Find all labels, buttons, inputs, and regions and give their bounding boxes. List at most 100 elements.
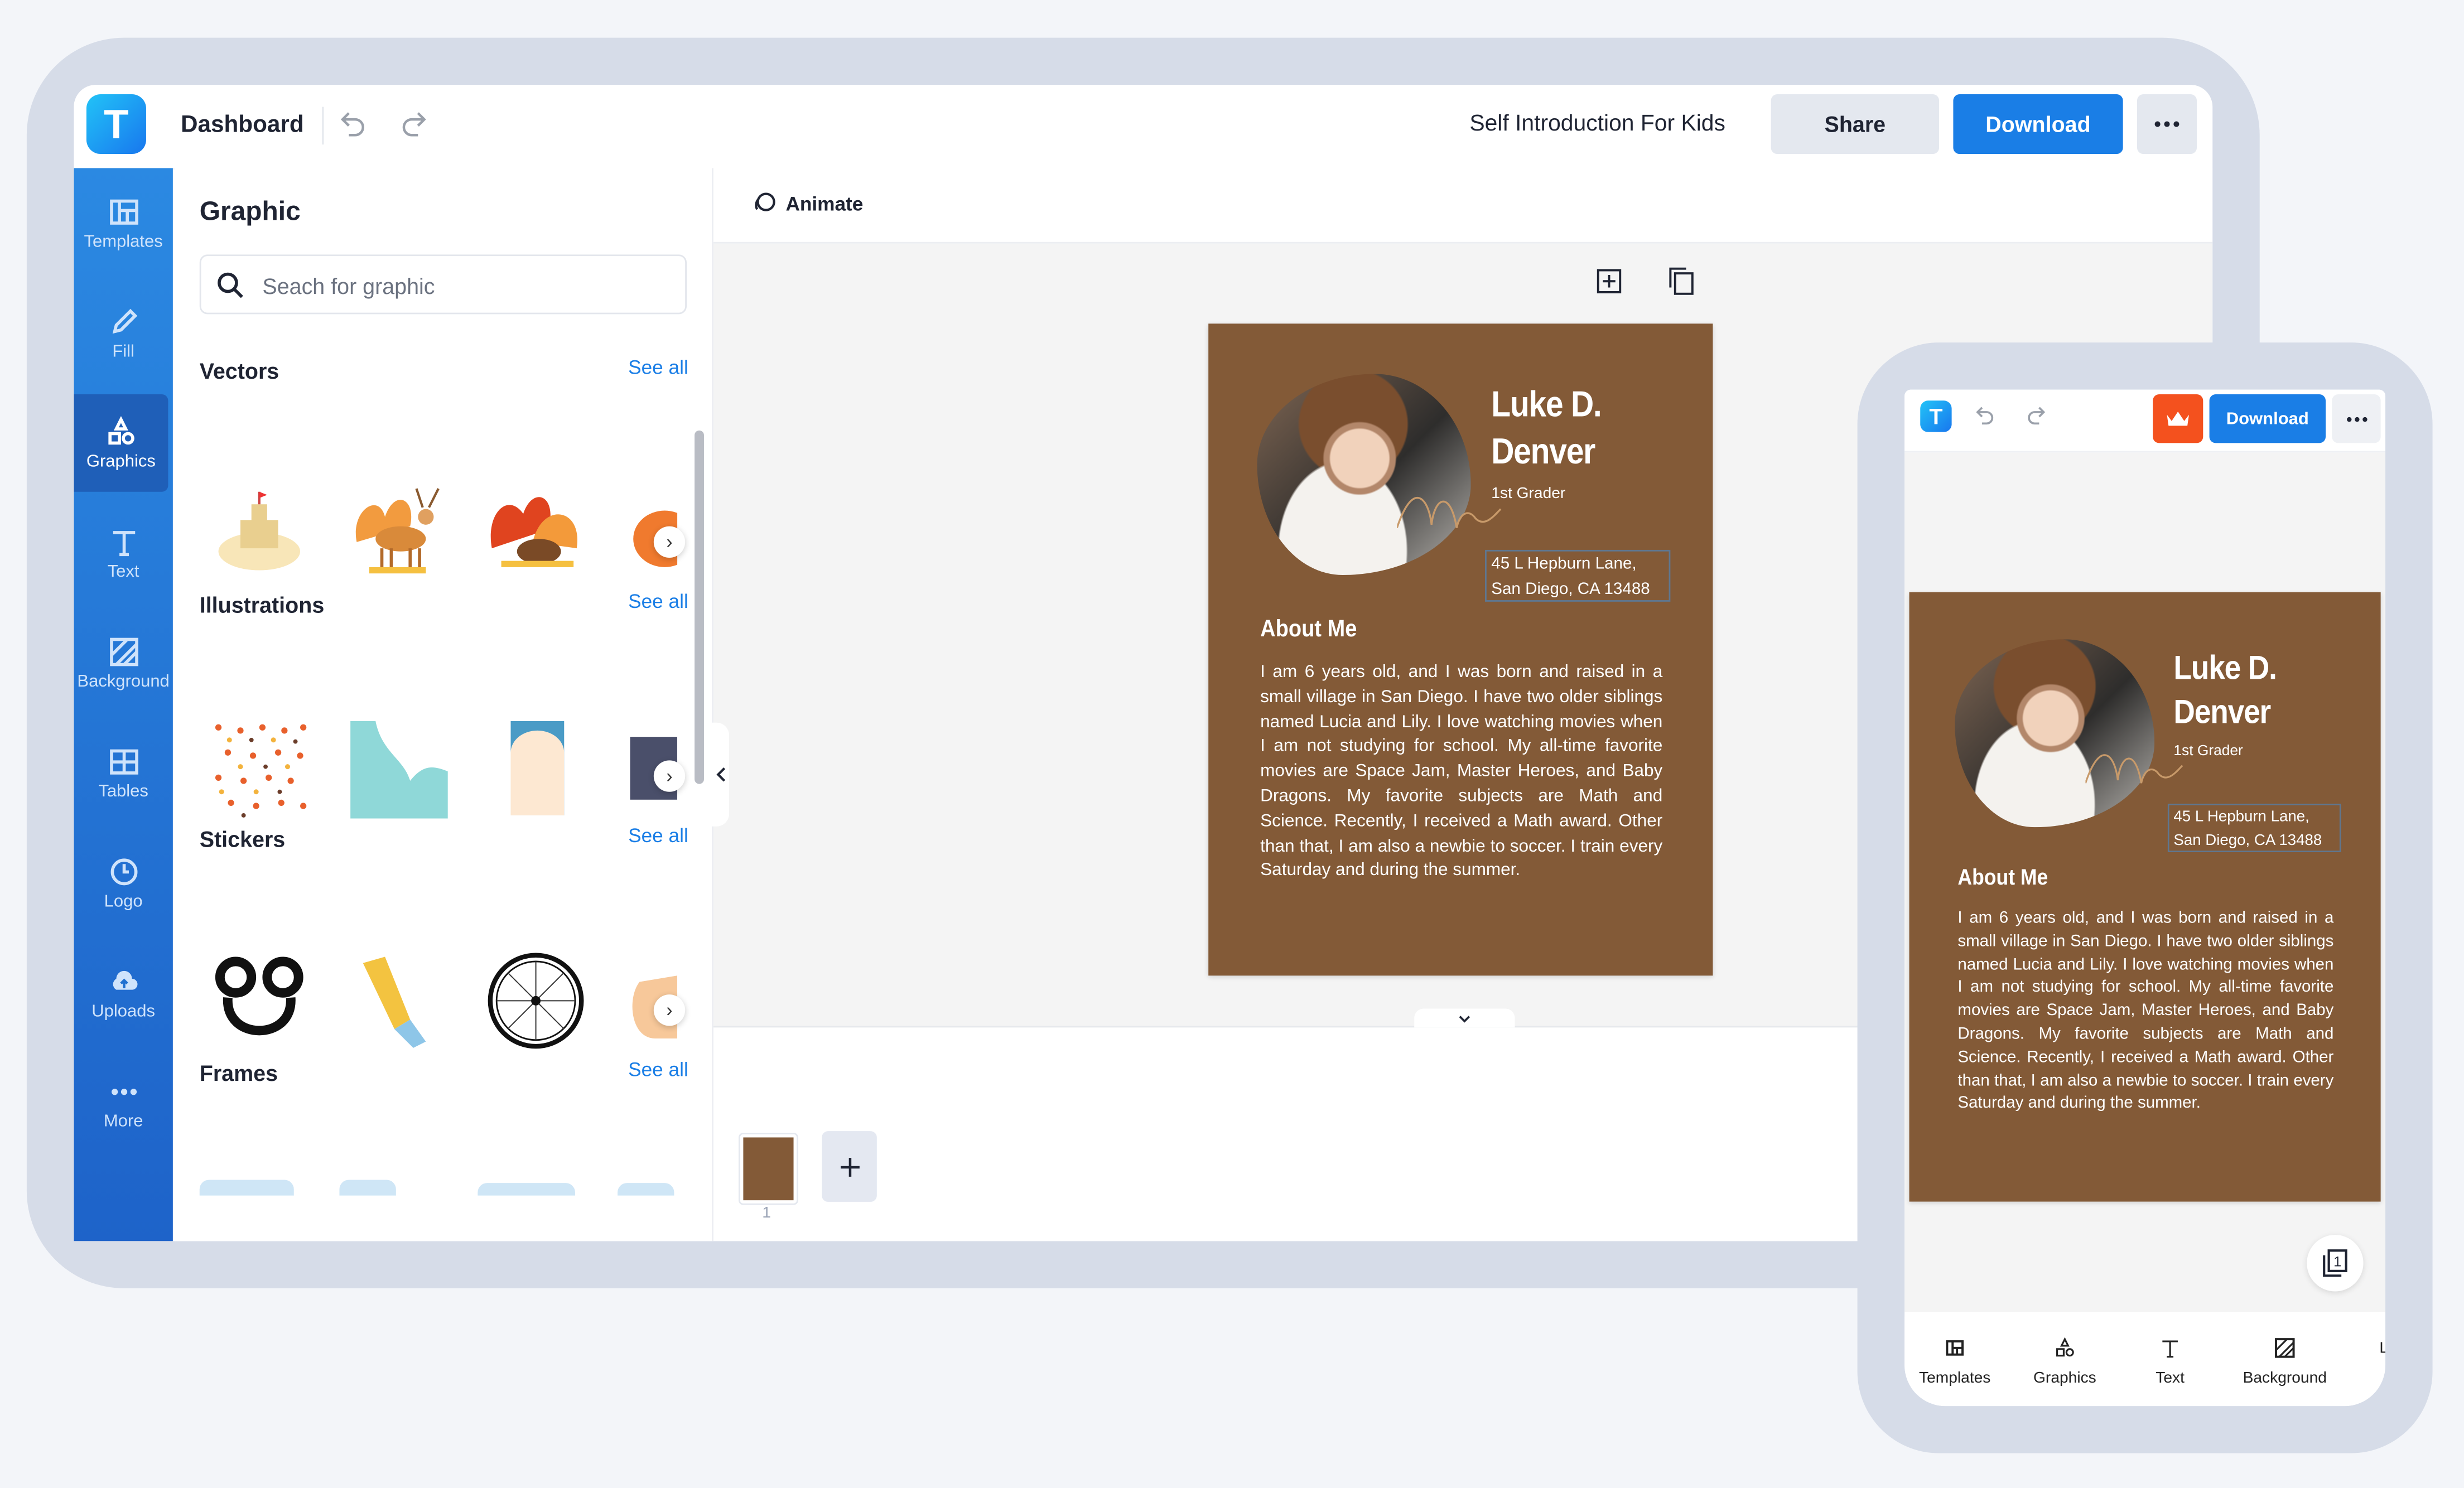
shapes-icon (2056, 1336, 2074, 1356)
undo-icon[interactable] (339, 108, 368, 139)
mobile-more-button[interactable] (2332, 394, 2381, 443)
sidebar-item-label: Background (77, 671, 170, 691)
plus-icon (840, 1157, 859, 1176)
sidebar-item-graphics[interactable]: Graphics (74, 394, 168, 492)
mouse-ears-sticker[interactable] (209, 950, 310, 1051)
sandcastle-vector[interactable] (209, 479, 310, 579)
top-bar: T Dashboard Self Introduction For Kids S… (74, 85, 2213, 170)
sidebar-item-more[interactable]: More (74, 1054, 172, 1152)
illustrations-next-button[interactable]: › (653, 760, 686, 792)
mobile-nav-background[interactable]: Background (2238, 1317, 2332, 1407)
sidebar-item-templates[interactable]: Templates (74, 175, 172, 272)
search-input[interactable]: Seach for graphic (199, 254, 687, 315)
mobile-redo-icon[interactable] (2026, 404, 2046, 427)
vectors-next-button[interactable]: › (653, 526, 686, 558)
premium-crown-button[interactable] (2153, 394, 2203, 443)
background-icon (2275, 1337, 2295, 1357)
sidebar-item-label: Templates (84, 231, 163, 251)
student-name[interactable]: Luke D. Denver (2173, 645, 2277, 733)
duplicate-page-icon[interactable] (1669, 267, 1694, 296)
redo-icon[interactable] (399, 108, 427, 139)
mobile-undo-icon[interactable] (1975, 404, 1996, 427)
download-button[interactable]: Download (1953, 94, 2123, 154)
address-line-2: San Diego, CA 13488 (1491, 579, 1650, 599)
panel-title: Graphic (199, 196, 301, 226)
section-title-stickers: Stickers (199, 826, 286, 852)
address-box[interactable]: 45 L Hepburn Lane, San Diego, CA 13488 (2167, 804, 2341, 852)
mobile-app-logo[interactable]: T (1920, 400, 1952, 432)
frame-thumbnail[interactable] (339, 1180, 396, 1196)
animate-button[interactable]: Animate (753, 192, 863, 215)
page-thumbnail[interactable] (738, 1132, 798, 1205)
see-all-vectors[interactable]: See all (628, 356, 688, 378)
arch-illustration[interactable] (485, 718, 586, 818)
sidebar-item-label: Logo (104, 891, 143, 911)
about-paragraph[interactable]: I am 6 years old, and I was born and rai… (1957, 908, 2333, 1117)
panel-scrollbar[interactable] (695, 430, 704, 784)
student-grade[interactable]: 1st Grader (2173, 743, 2243, 760)
page-number: 1 (762, 1205, 771, 1223)
hedgehog-autumn-vector[interactable] (485, 479, 586, 579)
mobile-nav-label: Text (2156, 1369, 2185, 1386)
mobile-download-button[interactable]: Download (2209, 394, 2326, 443)
dashboard-link[interactable]: Dashboard (181, 112, 304, 138)
document-title[interactable]: Self Introduction For Kids (1469, 112, 1725, 137)
profile-photo[interactable] (1955, 639, 2155, 828)
sidebar-item-text[interactable]: Text (74, 504, 172, 602)
teal-wave-illustration[interactable] (348, 718, 448, 819)
mobile-nav-more-cut[interactable]: L (2376, 1304, 2385, 1394)
toggle-pages-tab[interactable] (1414, 1008, 1515, 1028)
deer-autumn-vector[interactable] (348, 479, 448, 579)
sidebar-item-logo[interactable]: Logo (74, 834, 172, 932)
chevron-down-icon (1459, 1014, 1470, 1022)
templates-icon (1946, 1339, 1964, 1355)
animate-icon (755, 192, 775, 211)
add-page-button[interactable] (822, 1131, 877, 1202)
mobile-document-page[interactable]: Luke D. Denver 1st Grader 45 L Hepburn La… (1909, 592, 2381, 1202)
see-all-illustrations[interactable]: See all (628, 591, 688, 612)
student-grade[interactable]: 1st Grader (1491, 485, 1565, 503)
mobile-nav-graphics[interactable]: Graphics (2027, 1317, 2103, 1407)
sidebar-item-label: Tables (98, 781, 148, 801)
share-button[interactable]: Share (1771, 94, 1940, 154)
sidebar-item-tables[interactable]: Tables (74, 724, 172, 822)
leaf-pattern-illustration[interactable] (209, 718, 310, 818)
frame-thumbnail[interactable] (618, 1183, 674, 1196)
address-line-1: 45 L Hepburn Lane, (1491, 554, 1637, 574)
panel-collapse-tab[interactable] (712, 722, 730, 827)
student-name[interactable]: Luke D. Denver (1491, 380, 1602, 475)
bicycle-wheel-sticker[interactable] (485, 950, 586, 1051)
ellipsis-icon (2346, 416, 2367, 421)
frame-thumbnail[interactable] (199, 1180, 294, 1196)
decorative-squiggle (1397, 497, 1502, 529)
text-icon (112, 530, 134, 555)
mobile-nav-label: Graphics (2033, 1369, 2096, 1386)
sidebar-item-uploads[interactable]: Uploads (74, 944, 172, 1042)
about-paragraph[interactable]: I am 6 years old, and I was born and rai… (1260, 661, 1662, 885)
frame-thumbnail[interactable] (478, 1183, 575, 1196)
more-options-button[interactable] (2137, 94, 2197, 154)
brush-sticker[interactable] (348, 950, 448, 1051)
mobile-nav-text[interactable]: Text (2134, 1317, 2206, 1407)
address-box[interactable]: 45 L Hepburn Lane, San Diego, CA 13488 (1484, 549, 1671, 602)
app-logo[interactable]: T (86, 94, 146, 154)
upload-cloud-icon (112, 970, 137, 989)
sidebar-item-fill[interactable]: Fill (74, 284, 172, 382)
mobile-nav-templates[interactable]: Templates (1917, 1317, 1993, 1407)
about-heading[interactable]: About Me (1957, 866, 2048, 891)
background-icon (109, 637, 138, 665)
see-all-frames[interactable]: See all (628, 1059, 688, 1081)
ellipsis-icon (110, 1088, 136, 1094)
pages-button[interactable]: 1 (2307, 1235, 2364, 1292)
graphics-panel: Graphic Seach for graphic Vectors See al… (174, 168, 713, 1241)
see-all-stickers[interactable]: See all (628, 825, 688, 847)
add-page-icon[interactable] (1597, 269, 1622, 294)
text-icon (2162, 1340, 2178, 1357)
document-page[interactable]: Luke D. Denver 1st Grader 45 L Hepburn La… (1208, 323, 1713, 976)
about-heading[interactable]: About Me (1260, 616, 1357, 642)
stickers-next-button[interactable]: › (653, 994, 686, 1026)
sidebar: Templates Fill Graphics Text Background … (74, 168, 173, 1241)
sidebar-item-label: More (103, 1111, 143, 1131)
profile-photo[interactable] (1257, 374, 1471, 575)
sidebar-item-background[interactable]: Background (74, 614, 172, 712)
